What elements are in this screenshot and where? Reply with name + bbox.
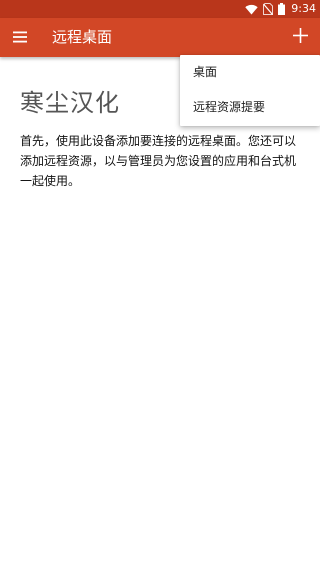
status-time: 9:34 — [291, 2, 316, 15]
app-title: 远程桌面 — [52, 28, 113, 46]
hamburger-menu-icon — [13, 28, 27, 47]
no-sim-icon — [263, 3, 274, 15]
screen: 9:34 远程桌面 桌面 远程资源提要 寒尘汉化 首先，使用此设备添加要连接的远… — [0, 0, 320, 569]
app-bar: 远程桌面 — [0, 18, 320, 57]
intro-text: 首先，使用此设备添加要连接的远程桌面。您还可以添加远程资源，以与管理员为您设置的… — [20, 134, 297, 188]
menu-item-remote-resource-feed[interactable]: 远程资源提要 — [180, 90, 320, 125]
status-bar: 9:34 — [0, 0, 320, 18]
navigation-menu-button[interactable] — [9, 26, 31, 48]
add-button[interactable] — [289, 26, 311, 48]
add-dropdown-menu: 桌面 远程资源提要 — [180, 55, 320, 126]
plus-icon — [292, 27, 308, 47]
wifi-icon — [245, 4, 258, 15]
battery-icon — [278, 3, 286, 15]
menu-item-desktop[interactable]: 桌面 — [180, 55, 320, 90]
